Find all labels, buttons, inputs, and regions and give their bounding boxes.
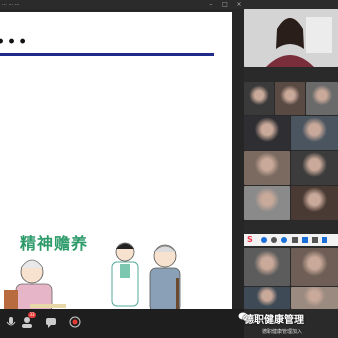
participant-tile[interactable] [244, 151, 290, 185]
participant-tile[interactable] [291, 151, 338, 185]
participant-tile[interactable] [244, 248, 290, 286]
participant-tile[interactable] [244, 116, 290, 150]
mic-icon[interactable] [4, 314, 18, 328]
shared-screen: ... 精神赡养 [0, 9, 244, 318]
panel-controls: S [244, 234, 338, 246]
participant-tile[interactable] [244, 287, 290, 309]
participant-tile[interactable] [244, 82, 274, 115]
presentation-slide: ... 精神赡养 [0, 12, 232, 318]
join-caption: 德职健康管理加入 [262, 329, 303, 335]
participant-tile[interactable] [291, 287, 338, 309]
participant-tile[interactable] [275, 82, 305, 115]
participant-tile[interactable] [291, 248, 338, 286]
participant-tile[interactable] [291, 116, 338, 150]
participant-tile[interactable] [244, 186, 290, 220]
meeting-toolbar: 33 [0, 309, 244, 338]
watermark-text: 德职健康管理 [244, 315, 304, 326]
elder-care-illustration [4, 242, 190, 318]
minimize-icon[interactable]: – [208, 0, 214, 9]
chat-icon[interactable] [44, 314, 58, 328]
title-bar: ... ... ... – □ × [0, 0, 338, 9]
window-controls: – □ × [208, 0, 242, 9]
participant-count-badge: 33 [28, 312, 36, 318]
panel-tool-icons[interactable] [258, 234, 328, 246]
brand-logo-icon: S [247, 235, 253, 244]
meeting-window: ... ... ... – □ × ... 精神赡养 [0, 0, 338, 338]
window-title: ... ... ... [2, 1, 20, 7]
participant-tile[interactable] [291, 186, 338, 220]
speaker-video [244, 9, 338, 67]
participant-tile[interactable] [306, 82, 338, 115]
active-speaker-tile[interactable] [244, 9, 338, 67]
maximize-icon[interactable]: □ [222, 0, 228, 9]
close-icon[interactable]: × [236, 0, 242, 9]
record-icon[interactable] [68, 314, 82, 328]
slide-divider [0, 53, 214, 56]
slide-heading: ... [0, 20, 30, 50]
